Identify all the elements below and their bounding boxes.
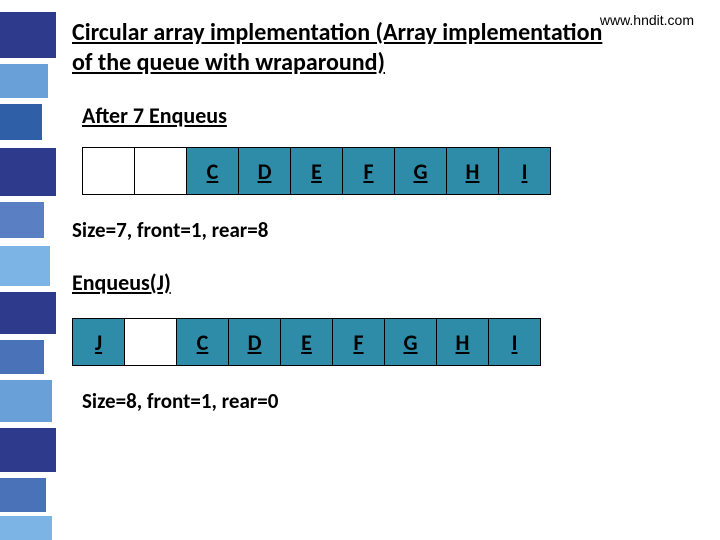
sidebar-block: [0, 12, 56, 58]
sidebar-block: [0, 202, 44, 238]
array-cell: I: [488, 318, 541, 366]
array-cell: D: [238, 147, 291, 195]
section1-status: Size=7, front=1, rear=8: [72, 217, 700, 243]
array-cell: F: [342, 147, 395, 195]
array-cell: J: [72, 318, 125, 366]
title-line-1: Circular array implementation (Array imp…: [72, 18, 602, 47]
array-cell: [124, 318, 177, 366]
sidebar-block: [0, 246, 50, 286]
array-cell: [134, 147, 187, 195]
sidebar-block: [0, 428, 56, 472]
sidebar-block: [0, 478, 46, 512]
array-cell: D: [228, 318, 281, 366]
array-cell: H: [446, 147, 499, 195]
section2-status: Size=8, front=1, rear=0: [82, 388, 700, 414]
sidebar-block: [0, 380, 52, 422]
array-cell: I: [498, 147, 551, 195]
array-cell: H: [436, 318, 489, 366]
sidebar-block: [0, 340, 44, 374]
decorative-sidebar: [0, 0, 60, 540]
array-cell: C: [186, 147, 239, 195]
array-cell: E: [280, 318, 333, 366]
sidebar-block: [0, 148, 56, 196]
sidebar-block: [0, 104, 42, 140]
array-cell: C: [176, 318, 229, 366]
section2-heading: Enqueus(J): [72, 269, 700, 296]
array-2: J CDEFGHI: [72, 318, 700, 366]
sidebar-block: [0, 292, 56, 334]
slide-content: Circular array implementation (Array imp…: [72, 18, 700, 414]
array-cell: F: [332, 318, 385, 366]
array-cell: [82, 147, 135, 195]
slide-title: Circular array implementation (Array imp…: [72, 18, 700, 78]
array-cell: G: [394, 147, 447, 195]
array-1: CDEFGHI: [82, 147, 700, 195]
title-line-2: of the queue with wraparound): [72, 48, 385, 77]
sidebar-block: [0, 516, 52, 540]
section1-heading: After 7 Enqueus: [82, 102, 700, 129]
array-cell: E: [290, 147, 343, 195]
sidebar-block: [0, 64, 48, 98]
array-cell: G: [384, 318, 437, 366]
